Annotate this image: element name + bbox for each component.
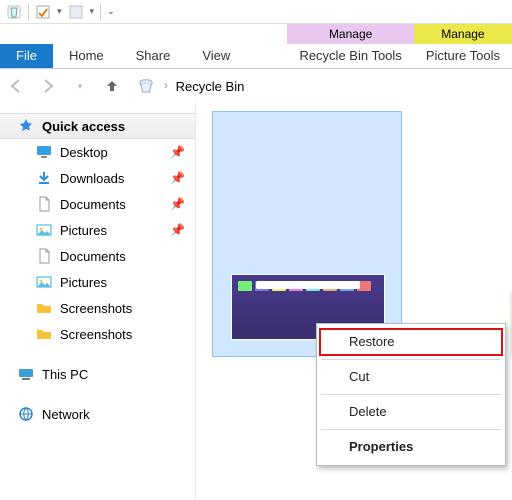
sidebar-item-screenshots-2[interactable]: Screenshots [0,321,195,347]
network-icon [18,406,34,422]
sidebar-network[interactable]: Network [0,401,195,427]
nav-recent-dropdown[interactable]: ▾ [68,74,92,98]
navigation-pane: Quick access Desktop 📌 Downloads 📌 Docum… [0,103,196,500]
pictures-icon [36,222,52,238]
pin-icon: 📌 [170,223,185,237]
nav-back-button[interactable] [4,74,28,98]
pin-icon: 📌 [170,197,185,211]
context-tab-recycle: Manage Recycle Bin Tools [287,24,413,68]
sidebar-item-label: Quick access [42,119,125,134]
file-thumbnail-selected[interactable] [212,111,402,357]
sidebar-item-label: Desktop [60,145,108,160]
desktop-icon [36,144,52,160]
address-bar-row: ▾ › Recycle Bin [0,69,512,103]
context-header-recycle: Manage [287,24,413,44]
tab-picture-tools[interactable]: Picture Tools [414,44,512,68]
nav-up-button[interactable] [100,74,124,98]
folder-icon [36,326,52,342]
breadcrumb-location[interactable]: Recycle Bin [176,79,245,94]
menu-separator [321,429,501,430]
menu-item-delete[interactable]: Delete [319,398,503,426]
context-header-picture: Manage [414,24,512,44]
document-icon [36,248,52,264]
menu-separator [321,359,501,360]
sidebar-item-documents[interactable]: Documents 📌 [0,191,195,217]
sidebar-item-label: Pictures [60,275,107,290]
tab-view[interactable]: View [186,44,246,68]
document-icon [36,196,52,212]
separator [100,4,101,20]
sidebar-item-pictures[interactable]: Pictures 📌 [0,217,195,243]
content-area[interactable]: Restore Cut Delete Properties [196,103,512,500]
star-icon [18,118,34,134]
separator [28,4,29,20]
pin-icon: 📌 [170,171,185,185]
context-tab-picture: Manage Picture Tools [414,24,512,68]
sidebar-item-documents-2[interactable]: Documents [0,243,195,269]
recycle-bin-icon [136,76,156,96]
menu-item-cut[interactable]: Cut [319,363,503,391]
sidebar-item-screenshots[interactable]: Screenshots [0,295,195,321]
tab-file[interactable]: File [0,44,53,68]
sidebar-item-label: Pictures [60,223,107,238]
address-bar[interactable]: › Recycle Bin [132,73,508,99]
sidebar-item-desktop[interactable]: Desktop 📌 [0,139,195,165]
computer-icon [18,366,34,382]
sidebar-item-label: Network [42,407,90,422]
chevron-down-icon[interactable]: ▾ [90,6,95,17]
sidebar-item-label: This PC [42,367,88,382]
download-icon [36,170,52,186]
menu-item-restore[interactable]: Restore [319,328,503,356]
pin-icon: 📌 [170,145,185,159]
sidebar-item-label: Downloads [60,171,124,186]
qat-properties-icon[interactable] [35,4,51,20]
sidebar-item-label: Documents [60,197,126,212]
folder-icon [36,300,52,316]
sidebar-item-downloads[interactable]: Downloads 📌 [0,165,195,191]
chevron-right-icon[interactable]: › [164,80,168,92]
tab-share[interactable]: Share [120,44,187,68]
chevron-down-icon[interactable]: ▾ [57,6,62,17]
menu-item-properties[interactable]: Properties [319,433,503,461]
app-icon [6,4,22,20]
nav-forward-button[interactable] [36,74,60,98]
sidebar-item-pictures-2[interactable]: Pictures [0,269,195,295]
tab-recycle-bin-tools[interactable]: Recycle Bin Tools [287,44,413,68]
sidebar-this-pc[interactable]: This PC [0,361,195,387]
menu-separator [321,394,501,395]
ribbon-tabs-row: File Home Share View Manage Recycle Bin … [0,24,512,68]
quick-access-toolbar: ▾ ▾ ⌄ [0,0,512,24]
context-menu: Restore Cut Delete Properties [316,323,506,466]
sidebar-quick-access[interactable]: Quick access [0,113,195,139]
tab-home[interactable]: Home [53,44,120,68]
sidebar-item-label: Screenshots [60,327,132,342]
sidebar-item-label: Screenshots [60,301,132,316]
sidebar-item-label: Documents [60,249,126,264]
pictures-icon [36,274,52,290]
qat-customize-icon[interactable]: ⌄ [107,6,115,17]
qat-newfolder-icon[interactable] [68,4,84,20]
